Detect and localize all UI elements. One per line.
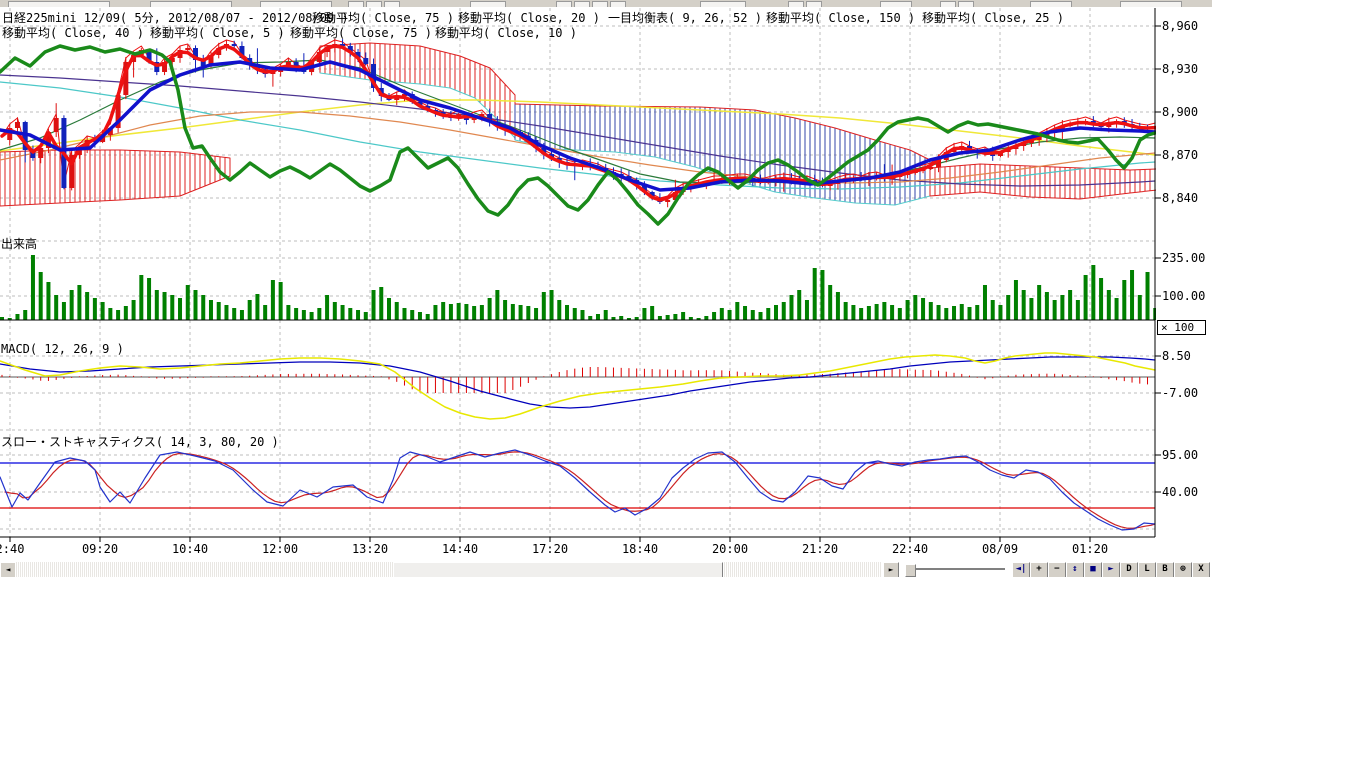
zoom-slider[interactable] (905, 562, 1008, 577)
tool-button-D[interactable]: D (1120, 562, 1138, 577)
scrollbar-thumb[interactable] (393, 562, 723, 577)
axis-tick-label: 40.00 (1162, 485, 1198, 499)
axis-tick-label: 8,900 (1162, 105, 1198, 119)
tool-button-icon[interactable]: ↕ (1066, 562, 1084, 577)
tool-button-icon[interactable]: ⊕ (1174, 562, 1192, 577)
scroll-right-button[interactable]: ► (883, 562, 899, 577)
time-tick-label: 21:20 (802, 542, 838, 556)
zoom-slider-groove (911, 568, 1005, 571)
tool-button-B[interactable]: B (1156, 562, 1174, 577)
time-tick-label: 10:40 (172, 542, 208, 556)
zoom-slider-thumb[interactable] (905, 564, 916, 577)
arrow-left-icon: ◄ (6, 565, 11, 574)
plot-layers (0, 8, 1158, 537)
time-tick-label: 22:40 (892, 542, 928, 556)
tool-button-L[interactable]: L (1138, 562, 1156, 577)
time-tick-label: 14:40 (442, 542, 478, 556)
bottom-scroll-toolbar: ◄ ► ◄|+−↕■►DLB⊕X (0, 562, 1212, 577)
indicator-label: 移動平均( Close, 25 ) (922, 9, 1064, 26)
time-tick-label: 17:20 (532, 542, 568, 556)
tool-button-X[interactable]: X (1192, 562, 1210, 577)
volume-multiplier-badge: × 100 (1157, 320, 1206, 335)
time-tick-label: 18:40 (622, 542, 658, 556)
indicator-label: 移動平均( Close, 5 ) (150, 24, 285, 41)
axis-tick-label: 100.00 (1162, 289, 1205, 303)
tool-button-icon[interactable]: ► (1102, 562, 1120, 577)
indicator-label: 移動平均( Close, 40 ) (2, 24, 144, 41)
macd-panel-label: MACD( 12, 26, 9 ) (1, 343, 124, 356)
time-tick-label: 20:00 (712, 542, 748, 556)
time-tick-label: 2:40 (0, 542, 24, 556)
axis-tick-label: 235.00 (1162, 251, 1205, 265)
tool-button-icon[interactable]: − (1048, 562, 1066, 577)
desktop: { "header": { "line1": [ {"text":"日経225m… (0, 0, 1366, 768)
scrollbar-track[interactable] (15, 562, 882, 577)
indicator-label: 一目均衡表( 9, 26, 52 ) (608, 9, 762, 26)
time-tick-label: 12:00 (262, 542, 298, 556)
time-tick-label: 09:20 (82, 542, 118, 556)
scroll-left-button[interactable]: ◄ (0, 562, 16, 577)
stochastics-panel-label: スロー・ストキャスティクス( 14, 3, 80, 20 ) (1, 436, 279, 449)
time-tick-label: 13:20 (352, 542, 388, 556)
indicator-label: 移動平均( Close, 10 ) (435, 24, 577, 41)
axis-tick-label: 8.50 (1162, 349, 1191, 363)
indicator-label: 移動平均( Close, 150 ) (766, 9, 915, 26)
axis-tick-label: 95.00 (1162, 448, 1198, 462)
tool-button-iconicon[interactable]: ◄| (1012, 562, 1030, 577)
axis-tick-label: 8,960 (1162, 19, 1198, 33)
tool-button-+[interactable]: + (1030, 562, 1048, 577)
indicator-label: 移動平均( Close, 75 ) (290, 24, 432, 41)
chart-application-window: 日経225mini 12/09( 5分, 2012/08/07 - 2012/0… (0, 0, 1212, 577)
axis-tick-label: -7.00 (1162, 386, 1198, 400)
tool-button-icon[interactable]: ■ (1084, 562, 1102, 577)
axis-tick-label: 8,870 (1162, 148, 1198, 162)
chart-plot-area[interactable] (0, 0, 1212, 562)
axis-tick-label: 8,840 (1162, 191, 1198, 205)
axis-tick-label: 8,930 (1162, 62, 1198, 76)
time-tick-label: 08/09 (982, 542, 1018, 556)
arrow-right-icon: ► (889, 565, 894, 574)
time-tick-label: 01:20 (1072, 542, 1108, 556)
volume-panel-label: 出来高 (1, 238, 37, 251)
